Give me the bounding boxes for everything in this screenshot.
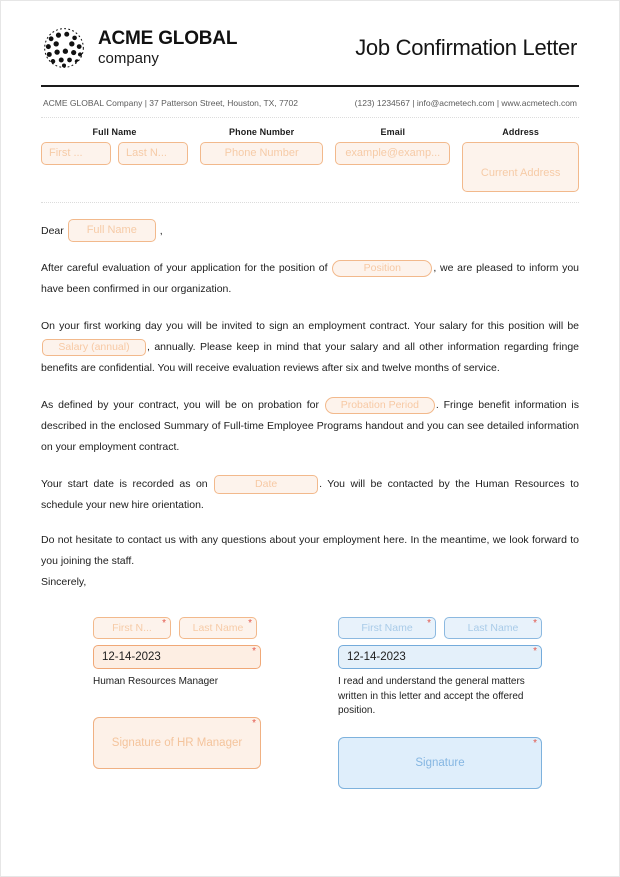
sincerely-line: Sincerely, (41, 576, 87, 588)
contact-bar: ACME GLOBAL Company | 37 Patterson Stree… (41, 87, 579, 117)
brand-name: ACME GLOBAL (98, 28, 238, 50)
salary-input[interactable]: Salary (annual) (42, 338, 146, 356)
employee-signature-input[interactable]: Signature (338, 736, 542, 789)
employee-signature-column: First Name Last Name 12-14-2023 I read a… (338, 617, 544, 789)
full-name-label: Full Name (92, 127, 137, 137)
employee-acknowledgement-caption: I read and understand the general matter… (338, 676, 525, 716)
dear-label: Dear (41, 224, 64, 237)
globe-dots-icon (44, 28, 84, 68)
salutation-comma: , (159, 224, 163, 237)
hr-role-caption: Human Resources Manager (93, 676, 219, 687)
employee-date-input[interactable]: 12-14-2023 (338, 645, 542, 669)
hr-first-name-input[interactable]: First N... (93, 617, 171, 639)
applicant-fields-row: Full Name First ... Last N... Phone Numb… (41, 118, 579, 202)
salutation-line: Dear Full Name , (41, 203, 579, 242)
hr-name-inputs: First N... Last Name (93, 617, 299, 639)
email-group: Email example@examp... (335, 127, 451, 165)
address-group: Address Current Address (462, 127, 579, 192)
p4-text-before: Your start date is recorded as on (41, 478, 208, 490)
phone-label: Phone Number (229, 127, 295, 137)
phone-group: Phone Number Phone Number (200, 127, 324, 165)
first-name-input[interactable]: First ... (41, 142, 111, 165)
start-date-input[interactable]: Date (214, 474, 319, 494)
address-input[interactable]: Current Address (462, 142, 579, 192)
p3-text-before: As defined by your contract, you will be… (41, 399, 319, 411)
email-input[interactable]: example@examp... (335, 142, 451, 165)
phone-input[interactable]: Phone Number (200, 142, 324, 165)
signature-section: First N... Last Name 12-14-2023 Human Re… (41, 593, 579, 789)
full-name-inputs: First ... Last N... (41, 142, 188, 165)
employee-name-inputs: First Name Last Name (338, 617, 544, 639)
contact-phone-email-web: (123) 1234567 | info@acmetech.com | www.… (354, 98, 577, 108)
page-header: ACME GLOBAL company Job Confirmation Let… (41, 1, 579, 75)
full-name-group: Full Name First ... Last N... (41, 127, 188, 165)
paragraph-start-date: Your start date is recorded as on Date. … (41, 474, 579, 516)
brand-subtitle: company (98, 49, 159, 67)
probation-period-input[interactable]: Probation Period (324, 396, 435, 414)
position-input[interactable]: Position (332, 259, 433, 277)
page-title: Job Confirmation Letter (355, 35, 577, 60)
address-label: Address (502, 127, 540, 137)
hr-signature-input[interactable]: Signature of HR Manager (93, 716, 261, 769)
employee-first-name-input[interactable]: First Name (338, 617, 436, 639)
employee-last-name-input[interactable]: Last Name (444, 617, 542, 639)
paragraph-closing: Do not hesitate to contact us with any q… (41, 534, 579, 567)
paragraph-position: After careful evaluation of your applica… (41, 258, 579, 300)
dear-name-input[interactable]: Full Name (67, 219, 156, 242)
last-name-input[interactable]: Last N... (118, 142, 188, 165)
brand-block: ACME GLOBAL company (41, 25, 237, 71)
p2-text-before: On your first working day you will be in… (41, 320, 579, 332)
paragraph-probation: As defined by your contract, you will be… (41, 395, 579, 458)
contact-address: ACME GLOBAL Company | 37 Patterson Stree… (43, 98, 298, 108)
brand-text: ACME GLOBAL company (98, 29, 237, 67)
p1-text-before: After careful evaluation of your applica… (41, 262, 328, 274)
hr-signature-column: First N... Last Name 12-14-2023 Human Re… (93, 617, 299, 789)
email-label: Email (380, 127, 406, 137)
letter-page: ACME GLOBAL company Job Confirmation Let… (0, 0, 620, 877)
paragraph-salary: On your first working day you will be in… (41, 316, 579, 379)
hr-last-name-input[interactable]: Last Name (179, 617, 257, 639)
hr-date-input[interactable]: 12-14-2023 (93, 645, 261, 669)
